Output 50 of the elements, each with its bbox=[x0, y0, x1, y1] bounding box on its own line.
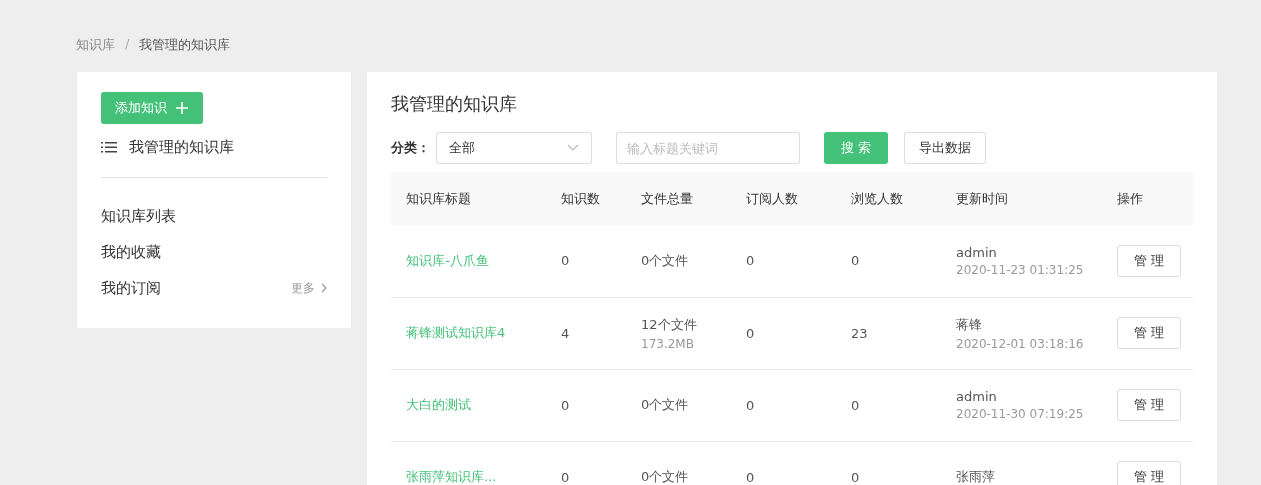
update-time: 2020-12-01 03:18:16 bbox=[956, 336, 1085, 351]
column-header: 浏览人数 bbox=[851, 190, 903, 206]
updater-name: 张雨萍 bbox=[956, 468, 996, 485]
table-cell-text: 0个文件 bbox=[641, 396, 690, 414]
breadcrumb-link[interactable]: 我管理的知识库 bbox=[139, 36, 231, 54]
section-title: 我管理的知识库 bbox=[129, 138, 234, 157]
table-cell: 0 bbox=[851, 397, 860, 413]
update-time: 2020-11-30 07:19:25 bbox=[956, 407, 1085, 421]
column-header: 知识库标题 bbox=[406, 190, 471, 206]
table-cell-text: 0个文件 bbox=[641, 468, 690, 485]
file-size: 173.2MB bbox=[641, 336, 695, 351]
chevron-right-icon bbox=[321, 283, 327, 293]
plus-icon bbox=[175, 101, 189, 115]
table-cell: 0 bbox=[851, 253, 860, 269]
updater-name: admin bbox=[956, 389, 998, 404]
sidebar-item[interactable]: 我的订阅 bbox=[101, 278, 161, 298]
table-cell: 0 bbox=[746, 325, 755, 341]
search-field[interactable]: 输入标题关键词 bbox=[616, 132, 800, 164]
manage-button[interactable]: 管 理 bbox=[1117, 461, 1181, 485]
page-title: 我管理的知识库 bbox=[391, 92, 518, 116]
table-cell: 4 bbox=[561, 325, 570, 341]
updater-name: admin bbox=[956, 244, 998, 260]
table-cell: 0 bbox=[561, 253, 570, 269]
table-cell: 0 bbox=[746, 397, 755, 413]
column-header: 订阅人数 bbox=[746, 190, 798, 206]
list-icon bbox=[101, 141, 117, 154]
column-header: 更新时间 bbox=[956, 190, 1008, 206]
updater-name: 蒋锋 bbox=[956, 315, 983, 334]
chevron-down-icon bbox=[567, 144, 579, 152]
column-header: 操作 bbox=[1117, 190, 1143, 206]
breadcrumb-separator: / bbox=[125, 36, 130, 53]
sidebar-item[interactable]: 我的收藏 bbox=[101, 242, 161, 262]
update-time: 2020-11-23 01:31:25 bbox=[956, 262, 1085, 277]
manage-button[interactable]: 管 理 bbox=[1117, 389, 1181, 421]
sidebar-item[interactable]: 知识库列表 bbox=[101, 206, 176, 226]
table-cell: 0 bbox=[746, 469, 755, 485]
table-cell: 0 bbox=[561, 397, 570, 413]
table-cell: 0 bbox=[561, 469, 570, 485]
table-cell-text: 0个文件 bbox=[641, 251, 690, 270]
export-button[interactable]: 导出数据 bbox=[904, 132, 986, 164]
table-cell: 23 bbox=[851, 325, 868, 341]
column-header: 知识数 bbox=[561, 190, 600, 206]
table-cell: 0 bbox=[851, 469, 860, 485]
category-label: 分类： bbox=[391, 139, 430, 157]
column-header: 文件总量 bbox=[641, 190, 693, 206]
manage-button[interactable]: 管 理 bbox=[1117, 244, 1181, 277]
manage-button[interactable]: 管 理 bbox=[1117, 317, 1181, 349]
category-select[interactable]: 全部 bbox=[436, 132, 592, 164]
table-cell-text: 12个文件 bbox=[641, 315, 698, 334]
table-cell: 0 bbox=[746, 253, 755, 269]
